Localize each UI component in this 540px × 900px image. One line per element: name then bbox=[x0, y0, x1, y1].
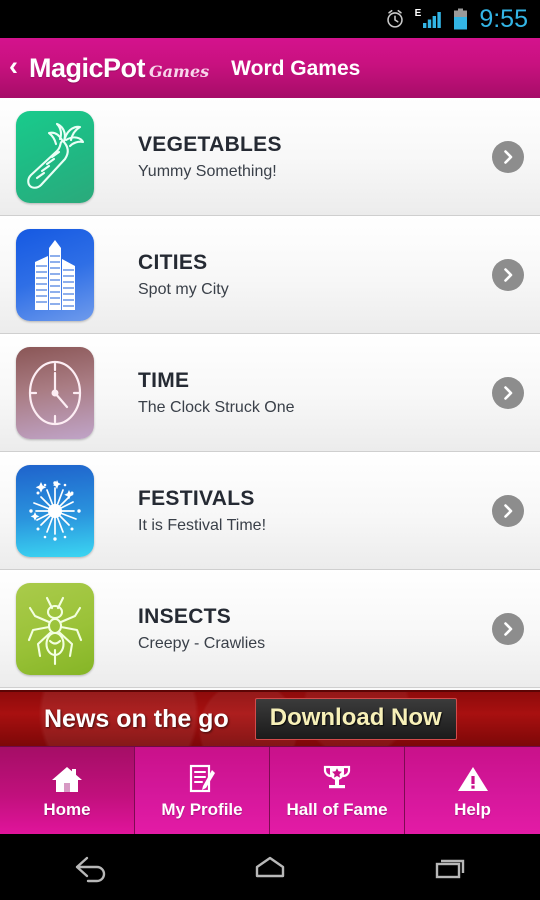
row-text-block: VEGETABLES Yummy Something! bbox=[94, 132, 492, 181]
category-tile bbox=[16, 228, 94, 321]
row-subtitle: The Clock Struck One bbox=[138, 399, 295, 416]
row-text-block: INSECTS Creepy - Crawlies bbox=[94, 604, 492, 653]
recents-icon bbox=[435, 859, 465, 879]
logo-secondary-text: Games bbox=[149, 61, 210, 81]
back-icon bbox=[75, 856, 106, 883]
row-subtitle: Creepy - Crawlies bbox=[138, 635, 266, 652]
carrot-icon bbox=[27, 122, 85, 189]
category-list: VEGETABLES Yummy Something! CITIES Spot … bbox=[0, 98, 540, 690]
home-icon bbox=[52, 766, 82, 792]
tab-label: My Profile bbox=[161, 799, 243, 819]
profile-document-icon bbox=[189, 764, 215, 792]
table-row[interactable]: INSECTS Creepy - Crawlies bbox=[0, 570, 540, 688]
row-text-block: CITIES Spot my City bbox=[94, 250, 492, 299]
warning-triangle-icon bbox=[457, 766, 488, 791]
bottom-tab-bar: Home My Profile Hall of Fame Help bbox=[0, 746, 540, 834]
fireworks-icon bbox=[29, 479, 81, 541]
row-subtitle: Yummy Something! bbox=[138, 163, 277, 180]
home-icon bbox=[255, 856, 285, 878]
system-home-button[interactable] bbox=[180, 850, 360, 884]
row-title: VEGETABLES bbox=[138, 132, 282, 156]
chevron-right-icon[interactable] bbox=[492, 376, 524, 409]
ant-icon bbox=[27, 596, 83, 665]
system-recents-button[interactable] bbox=[360, 850, 540, 884]
tab-home[interactable]: Home bbox=[0, 747, 135, 834]
table-row[interactable]: FESTIVALS It is Festival Time! bbox=[0, 452, 540, 570]
back-button[interactable]: ‹ bbox=[6, 52, 21, 84]
alarm-icon bbox=[384, 8, 406, 30]
tab-hall-of-fame[interactable]: Hall of Fame bbox=[270, 747, 405, 834]
logo-primary-text: MagicPot bbox=[29, 52, 146, 83]
row-title: INSECTS bbox=[138, 604, 232, 628]
category-tile bbox=[16, 346, 94, 439]
phone-screen: E 9:55 ‹ MagicPot Games Word Games VEGET… bbox=[0, 0, 540, 900]
skyscraper-icon bbox=[35, 239, 75, 310]
table-row[interactable]: CITIES Spot my City bbox=[0, 216, 540, 334]
ad-banner[interactable]: News on the go Download Now bbox=[0, 690, 540, 746]
tab-label: Home bbox=[43, 799, 91, 819]
chevron-right-icon[interactable] bbox=[492, 494, 524, 527]
page-title: Word Games bbox=[231, 56, 361, 80]
row-text-block: TIME The Clock Struck One bbox=[94, 368, 492, 417]
row-title: TIME bbox=[138, 368, 190, 392]
tab-help[interactable]: Help bbox=[405, 747, 540, 834]
row-subtitle: Spot my City bbox=[138, 281, 229, 298]
row-title: FESTIVALS bbox=[138, 486, 255, 510]
signal-icon: E bbox=[415, 9, 445, 29]
table-row[interactable]: VEGETABLES Yummy Something! bbox=[0, 98, 540, 216]
clock-icon bbox=[28, 360, 82, 425]
app-logo[interactable]: MagicPot Games bbox=[29, 52, 210, 83]
row-text-block: FESTIVALS It is Festival Time! bbox=[94, 486, 492, 535]
tab-label: Help bbox=[454, 799, 491, 819]
category-tile bbox=[16, 464, 94, 557]
category-tile bbox=[16, 582, 94, 675]
network-type-label: E bbox=[414, 8, 422, 19]
table-row[interactable]: TIME The Clock Struck One bbox=[0, 334, 540, 452]
row-title: CITIES bbox=[138, 250, 208, 274]
row-subtitle: It is Festival Time! bbox=[138, 517, 267, 534]
ad-headline: News on the go bbox=[44, 704, 229, 733]
tab-label: Hall of Fame bbox=[286, 799, 388, 819]
category-tile bbox=[16, 110, 94, 203]
battery-icon bbox=[453, 8, 468, 30]
system-back-button[interactable] bbox=[0, 850, 180, 884]
trophy-icon bbox=[323, 765, 351, 788]
status-bar: E 9:55 bbox=[0, 0, 540, 38]
chevron-right-icon[interactable] bbox=[492, 258, 524, 291]
tab-my-profile[interactable]: My Profile bbox=[135, 747, 270, 834]
ad-download-button[interactable]: Download Now bbox=[254, 698, 457, 740]
chevron-right-icon[interactable] bbox=[492, 612, 524, 645]
chevron-right-icon[interactable] bbox=[492, 140, 524, 173]
app-bar: ‹ MagicPot Games Word Games bbox=[0, 38, 540, 98]
status-bar-clock: 9:55 bbox=[479, 4, 528, 33]
system-navigation-bar bbox=[0, 834, 540, 900]
